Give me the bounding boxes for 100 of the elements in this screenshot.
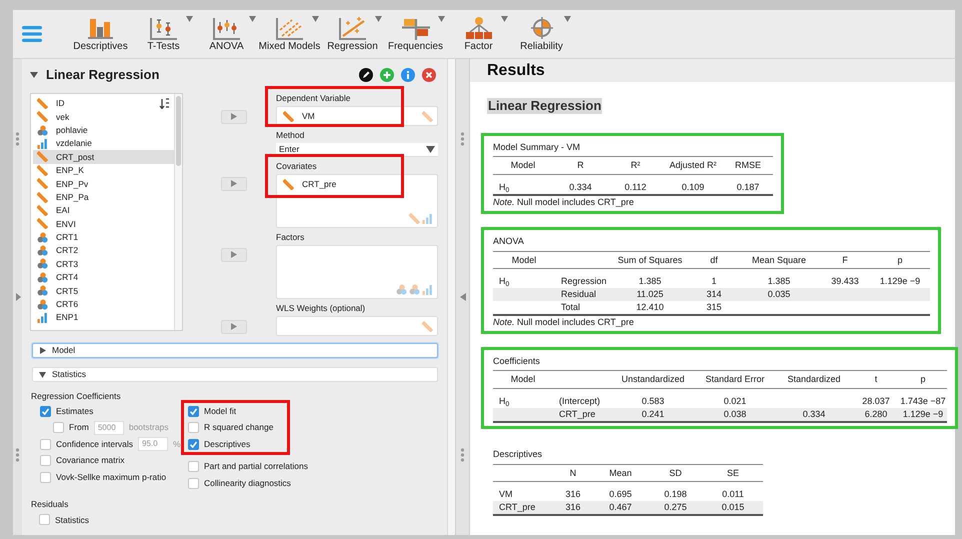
module-button[interactable]: Descriptives (69, 16, 132, 53)
checkbox[interactable] (53, 422, 64, 434)
variable-item[interactable]: CRT4 (33, 270, 174, 284)
variable-field[interactable] (276, 316, 438, 336)
table-cell: (Intercept) (559, 396, 600, 406)
variable-item[interactable]: CRT5 (33, 284, 174, 298)
checkbox-label[interactable]: Part and partial correlations (204, 461, 308, 472)
variable-item[interactable]: ENP_K (33, 164, 174, 177)
variable-item[interactable]: CRT3 (33, 257, 174, 271)
field-label: WLS Weights (optional) (276, 302, 366, 314)
checkbox-label[interactable]: Model fit (204, 406, 236, 416)
section-header[interactable]: Model (32, 342, 438, 358)
checkbox[interactable] (40, 406, 51, 417)
checkbox[interactable] (40, 438, 51, 450)
expand-icon[interactable] (14, 292, 20, 301)
assign-button[interactable] (221, 110, 247, 124)
edit-icon[interactable] (359, 68, 373, 82)
variable-item[interactable]: ENP_Pa (33, 190, 174, 204)
table-cell: 39.433 (831, 276, 859, 286)
table-cell: 0.275 (664, 502, 687, 512)
column-header: Standardized (787, 374, 841, 384)
checkbox-label[interactable]: Covariance matrix (56, 455, 124, 466)
scrollbar[interactable] (174, 94, 182, 330)
column-header: Sum of Squares (618, 254, 682, 265)
checkbox-label[interactable]: Confidence intervals (56, 438, 134, 450)
checkbox-label[interactable]: Vovk-Sellke maximum p-ratio (56, 472, 166, 482)
section-header[interactable]: Statistics (32, 366, 438, 382)
checkbox-label[interactable]: From (69, 422, 89, 433)
column-header: Mean Square (752, 254, 806, 265)
module-button[interactable]: Mixed Models (258, 16, 321, 53)
checkbox-label[interactable]: R squared change (204, 422, 274, 433)
variable-item[interactable]: pohlavie (33, 123, 174, 137)
drag-handle-icon[interactable] (460, 132, 465, 146)
module-button[interactable]: T-Tests (132, 16, 195, 53)
table-cell: 0.583 (642, 396, 664, 406)
table-cell: 28.037 (862, 396, 890, 406)
drag-handle-icon[interactable] (460, 448, 465, 462)
module-button[interactable]: Factor (447, 16, 510, 53)
checkbox[interactable] (188, 461, 199, 472)
column-header: F (842, 254, 848, 265)
checkbox[interactable] (188, 422, 199, 434)
table-cell: 1 (711, 276, 716, 286)
variable-field[interactable]: VM (276, 106, 438, 126)
circles-icon (409, 284, 420, 295)
module-button[interactable]: Reliability (510, 16, 573, 53)
module-button[interactable]: ANOVA (195, 16, 258, 53)
assign-button[interactable] (221, 320, 247, 334)
table-note: Note. Null model includes CRT_pre (493, 316, 635, 328)
checkbox-label[interactable]: Collinearity diagnostics (204, 478, 291, 488)
variable-item[interactable]: ENVI (33, 217, 174, 230)
info-icon[interactable] (401, 68, 415, 82)
variable-item[interactable]: ID (33, 96, 174, 110)
circles-icon (37, 124, 48, 136)
module-button[interactable]: Regression (321, 16, 384, 53)
checkbox[interactable] (39, 514, 50, 526)
add-icon[interactable] (380, 68, 394, 82)
variable-field[interactable]: CRT_pre (276, 174, 438, 228)
variable-field[interactable] (276, 244, 438, 299)
column-header: Unstandardized (621, 374, 685, 384)
collapse-icon[interactable] (30, 70, 38, 79)
checkbox-label[interactable]: Statistics (55, 514, 90, 525)
scrollbar[interactable] (447, 59, 455, 535)
variable-item[interactable]: vek (33, 110, 174, 124)
checkbox[interactable] (188, 478, 199, 489)
variable-item[interactable]: CRT6 (33, 297, 174, 311)
drag-handle-icon[interactable] (15, 448, 20, 462)
table-cell: 0.467 (609, 502, 632, 512)
checkbox[interactable] (40, 472, 51, 483)
bars-icon (37, 312, 48, 324)
checkbox[interactable] (188, 406, 199, 417)
table-cell: 0.198 (664, 489, 687, 500)
section-label: Residuals (31, 499, 70, 510)
sort-icon[interactable] (159, 98, 170, 109)
collapse-icon[interactable] (460, 292, 466, 301)
table-note: Note. Null model includes CRT_pre (493, 197, 635, 208)
checkbox-label[interactable]: Descriptives (204, 438, 250, 450)
circles-icon (37, 298, 48, 310)
table-cell: 0.011 (722, 489, 744, 500)
drag-handle-icon[interactable] (15, 132, 20, 146)
close-icon[interactable] (422, 68, 436, 82)
table-title: Model Summary - VM (493, 142, 582, 152)
table-cell: 0.021 (724, 396, 746, 406)
column-header: p (920, 374, 926, 384)
variable-item[interactable]: ENP1 (33, 310, 174, 324)
checkbox-label[interactable]: Estimates (56, 406, 94, 416)
module-button[interactable]: Frequencies (384, 16, 447, 53)
variable-item[interactable]: vzdelanie (33, 136, 174, 150)
checkbox[interactable] (40, 455, 51, 466)
arrow-icon (231, 180, 237, 188)
variable-item[interactable]: CRT_post (33, 150, 174, 164)
assign-button[interactable] (221, 176, 247, 191)
variable-item[interactable]: ENP_Pv (33, 176, 174, 190)
ruler-icon (37, 98, 48, 109)
variable-item[interactable]: CRT2 (33, 244, 174, 258)
variable-item[interactable]: CRT1 (33, 230, 174, 244)
circles-icon (37, 232, 48, 243)
checkbox[interactable] (188, 438, 199, 450)
variable-item[interactable]: EAI (33, 204, 174, 218)
table-cell: H$_{0}$ (499, 182, 510, 192)
assign-button[interactable] (221, 248, 247, 262)
